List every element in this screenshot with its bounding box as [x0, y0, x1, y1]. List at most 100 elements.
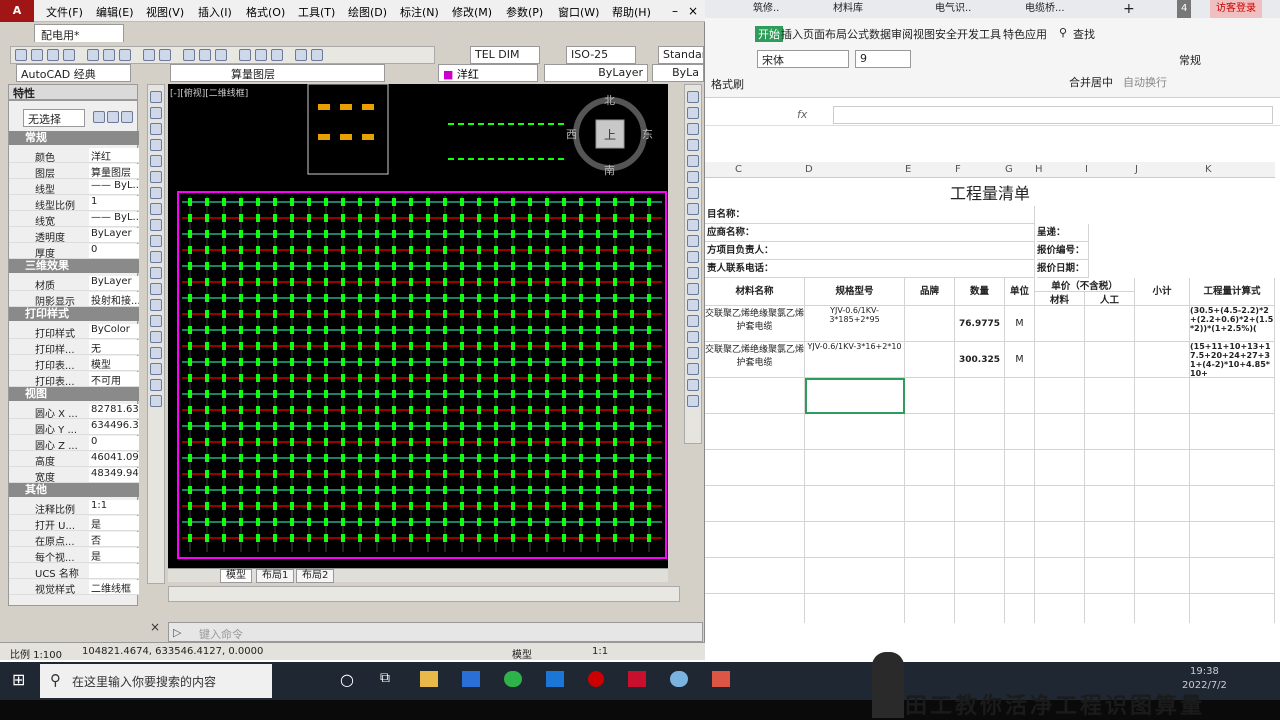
cortana-icon[interactable]: ○	[340, 670, 354, 689]
props-value[interactable]: 82781.63...	[89, 404, 139, 418]
empty-cell[interactable]	[905, 414, 955, 450]
empty-cell[interactable]	[955, 378, 1005, 414]
empty-cell[interactable]	[955, 414, 1005, 450]
windows-start-icon[interactable]: ⊞	[12, 670, 25, 689]
modify-tool-icon[interactable]	[687, 395, 699, 407]
empty-cell[interactable]	[1085, 378, 1135, 414]
empty-cell[interactable]	[1005, 378, 1035, 414]
viewcube-top[interactable]: 上	[604, 126, 616, 143]
column-header[interactable]: G	[1005, 164, 1013, 175]
help-icon[interactable]	[311, 49, 323, 61]
cell-material[interactable]: 交联聚乙烯绝缘聚氯乙烯护套电缆	[705, 306, 805, 342]
task-view-icon[interactable]: ⧉	[380, 670, 390, 686]
props-value[interactable]: —— ByL...	[89, 180, 139, 194]
empty-cell[interactable]	[1190, 450, 1275, 486]
save-icon[interactable]	[47, 49, 59, 61]
info-right-label[interactable]: 呈递：	[1037, 224, 1089, 242]
props-value[interactable]: 投射和接...	[89, 292, 139, 306]
draw-tool-icon[interactable]	[150, 379, 162, 391]
props-row[interactable]: 线宽 —— ByL...	[9, 211, 139, 228]
props-value[interactable]	[89, 564, 139, 578]
modify-tool-icon[interactable]	[687, 379, 699, 391]
cell-labor-price[interactable]	[1085, 306, 1135, 342]
info-label[interactable]: 责人联系电话：	[705, 260, 1035, 278]
column-header[interactable]: J	[1135, 164, 1138, 175]
properties-icon[interactable]	[239, 49, 251, 61]
props-value[interactable]: 无	[89, 340, 139, 354]
props-row[interactable]: 在原点... 否	[9, 531, 139, 548]
empty-cell[interactable]	[905, 522, 955, 558]
copy-icon[interactable]	[103, 49, 115, 61]
layer-select[interactable]: 算量图层	[170, 64, 385, 82]
header-spec[interactable]: 规格型号	[805, 278, 905, 306]
props-value[interactable]: 不可用	[89, 372, 139, 386]
doc-tab-3[interactable]: 电气识..	[935, 0, 971, 18]
empty-cell[interactable]	[705, 594, 805, 623]
empty-cell[interactable]	[1005, 414, 1035, 450]
column-header[interactable]: H	[1035, 164, 1043, 175]
menu-dimension[interactable]: 标注(N)	[400, 4, 439, 20]
tab-count-badge[interactable]: 4	[1177, 0, 1192, 18]
props-row[interactable]: 视觉样式 二维线框	[9, 579, 139, 596]
column-header[interactable]: C	[735, 164, 742, 175]
draw-tool-icon[interactable]	[150, 155, 162, 167]
empty-cell[interactable]	[805, 558, 905, 594]
empty-cell[interactable]	[955, 558, 1005, 594]
menu-edit[interactable]: 编辑(E)	[96, 4, 134, 20]
empty-cell[interactable]	[1135, 450, 1190, 486]
empty-cell[interactable]	[805, 414, 905, 450]
props-row[interactable]: 每个视... 是	[9, 547, 139, 564]
empty-cell[interactable]	[1035, 558, 1085, 594]
props-row[interactable]: 打印样... 无	[9, 339, 139, 356]
header-unit[interactable]: 单位	[1005, 278, 1035, 306]
props-value[interactable]: 634496.3...	[89, 420, 139, 434]
new-icon[interactable]	[15, 49, 27, 61]
draw-tool-icon[interactable]	[150, 91, 162, 103]
props-row[interactable]: 阴影显示 投射和接...	[9, 291, 139, 308]
empty-cell[interactable]	[905, 486, 955, 522]
viewcube[interactable]: 北 南 东 西 上	[566, 94, 653, 177]
header-price[interactable]: 单价（不含税）	[1035, 278, 1135, 292]
column-header[interactable]: F	[955, 164, 961, 175]
props-section[interactable]: 三维效果	[9, 259, 139, 273]
empty-cell[interactable]	[805, 594, 905, 623]
dim-style-select[interactable]: ISO-25	[566, 46, 636, 64]
draw-tool-icon[interactable]	[150, 331, 162, 343]
draw-tool-icon[interactable]	[150, 395, 162, 407]
draw-tool-icon[interactable]	[150, 315, 162, 327]
empty-cell[interactable]	[1085, 522, 1135, 558]
draw-tool-icon[interactable]	[150, 347, 162, 359]
print-icon[interactable]	[63, 49, 75, 61]
props-value[interactable]: ByColor	[89, 324, 139, 338]
tab-model[interactable]: 模型	[220, 569, 252, 583]
command-line[interactable]: ▷ 键入命令	[168, 622, 703, 642]
color-select[interactable]: ■ 洋红	[438, 64, 538, 82]
annotation-scale-button[interactable]: 1:1	[592, 646, 608, 657]
props-section[interactable]: 视图	[9, 387, 139, 401]
select-objects-icon[interactable]	[107, 111, 119, 123]
props-row[interactable]: 厚度 0	[9, 243, 139, 260]
menu-draw[interactable]: 绘图(D)	[348, 4, 387, 20]
viewport-label[interactable]: [-][俯视][二维线框]	[170, 86, 248, 99]
empty-cell[interactable]	[1135, 594, 1190, 623]
formula-input[interactable]	[833, 106, 1273, 124]
menu-format[interactable]: 格式(O)	[246, 4, 285, 20]
modify-tool-icon[interactable]	[687, 139, 699, 151]
props-value[interactable]: 是	[89, 548, 139, 562]
props-section[interactable]: 其他	[9, 483, 139, 497]
cell-qty[interactable]: 300.325	[955, 342, 1005, 378]
modify-tool-icon[interactable]	[687, 91, 699, 103]
empty-cell[interactable]	[1005, 558, 1035, 594]
props-row[interactable]: 注释比例 1:1	[9, 499, 139, 516]
font-name-select[interactable]: 宋体	[757, 50, 849, 68]
props-value[interactable]: 洋红	[89, 148, 139, 162]
empty-cell[interactable]	[1135, 414, 1190, 450]
empty-cell[interactable]	[1190, 378, 1275, 414]
pan-icon[interactable]	[183, 49, 195, 61]
draw-tool-icon[interactable]	[150, 251, 162, 263]
browser-icon[interactable]	[504, 671, 522, 687]
info-label[interactable]: 目名称：	[705, 206, 1035, 224]
redo-icon[interactable]	[159, 49, 171, 61]
empty-cell[interactable]	[1035, 522, 1085, 558]
empty-cell[interactable]	[705, 486, 805, 522]
